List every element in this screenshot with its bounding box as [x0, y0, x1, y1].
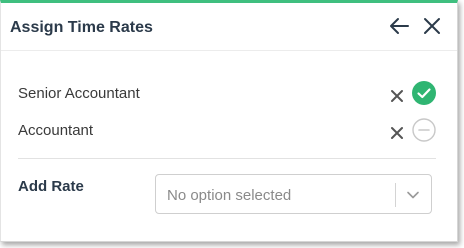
- remove-x-icon: [391, 90, 403, 102]
- back-button[interactable]: [389, 15, 411, 37]
- add-rate-label: Add Rate: [18, 178, 84, 195]
- add-rate-select[interactable]: No option selected: [155, 174, 432, 214]
- remove-role-button[interactable]: [390, 89, 404, 103]
- dialog-header: Assign Time Rates: [1, 3, 457, 51]
- role-selected-toggle[interactable]: [412, 81, 436, 105]
- chevron-down-icon[interactable]: [406, 188, 420, 202]
- divider: [18, 158, 436, 159]
- close-button[interactable]: [421, 15, 443, 37]
- select-separator: [395, 183, 396, 207]
- assign-time-rates-dialog: Assign Time Rates Senior Accountant Acco…: [0, 0, 458, 242]
- arrow-left-icon: [390, 18, 409, 34]
- role-label: Accountant: [18, 122, 94, 139]
- remove-x-icon: [391, 127, 403, 139]
- check-circle-icon: [412, 81, 436, 105]
- close-icon: [424, 18, 440, 34]
- select-placeholder: No option selected: [167, 187, 292, 204]
- minus-circle-icon: [412, 118, 436, 142]
- role-row-senior-accountant: Senior Accountant: [1, 81, 457, 109]
- role-deselected-toggle[interactable]: [412, 118, 436, 142]
- dialog-title: Assign Time Rates: [10, 19, 153, 36]
- role-label: Senior Accountant: [18, 85, 140, 102]
- remove-role-button[interactable]: [390, 126, 404, 140]
- role-row-accountant: Accountant: [1, 118, 457, 146]
